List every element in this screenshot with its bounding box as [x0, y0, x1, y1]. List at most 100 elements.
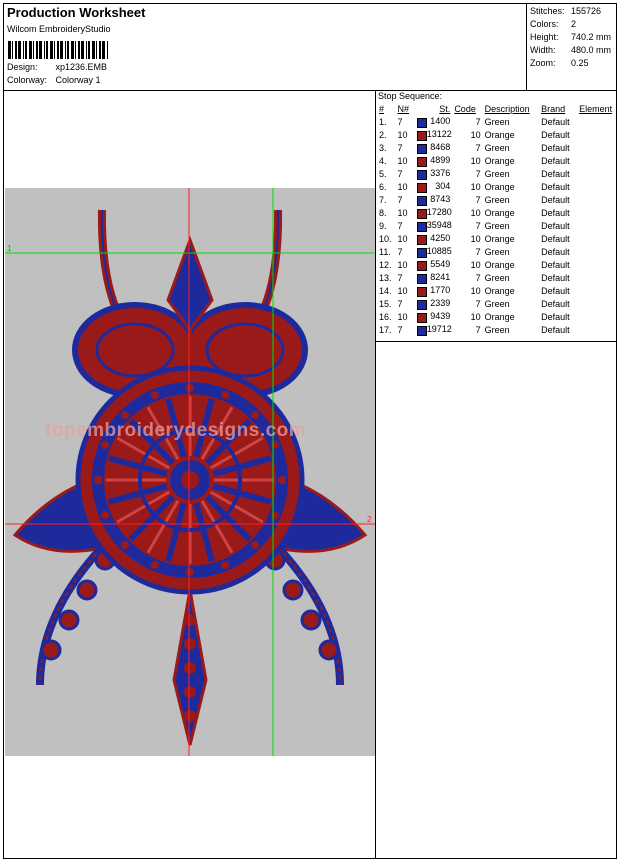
stop-index: 15. — [379, 298, 392, 309]
mandala-bead — [118, 539, 131, 552]
mandala-bead — [184, 566, 196, 578]
thread-description: Green — [484, 272, 510, 283]
column-header-description: Description — [484, 104, 530, 114]
mandala-bead — [219, 389, 232, 402]
thread-brand: Default — [541, 142, 570, 153]
thread-brand: Default — [541, 259, 570, 270]
column-header-st: St. — [439, 104, 451, 114]
stitch-count: 8241 — [415, 271, 453, 284]
thread-code: 7 — [475, 272, 481, 283]
table-row: 10. 10 4250 10 Orange Default — [377, 232, 617, 245]
needle-number: 10 — [397, 207, 408, 218]
thread-color-swatch — [416, 143, 427, 154]
stitch-count: 304 — [415, 180, 453, 193]
element — [577, 180, 617, 193]
table-row: 15. 7 2339 7 Green Default — [377, 297, 617, 310]
element — [577, 258, 617, 271]
thread-description: Orange — [484, 155, 515, 166]
stitch-count: 1400 — [415, 115, 453, 128]
table-row: 7. 7 8743 7 Green Default — [377, 193, 617, 206]
stop-index: 16. — [379, 311, 392, 322]
colorway-row: Colorway: Colorway 1 — [7, 75, 101, 85]
column-header-n: N# — [397, 104, 410, 114]
table-row: 14. 10 1770 10 Orange Default — [377, 284, 617, 297]
thread-code: 10 — [470, 285, 481, 296]
stitch-count: 10885 — [415, 245, 453, 258]
thread-brand: Default — [541, 285, 570, 296]
stitch-count: 8743 — [415, 193, 453, 206]
mandala-bead — [148, 558, 161, 571]
stop-index: 5. — [379, 168, 387, 179]
element — [577, 284, 617, 297]
element — [577, 219, 617, 232]
thread-brand: Default — [541, 116, 570, 127]
mandala-bead — [276, 474, 288, 486]
thread-description: Orange — [484, 129, 515, 140]
stitches-label: Stitches: — [530, 6, 565, 16]
needle-number: 7 — [397, 194, 403, 205]
thread-color-swatch — [416, 286, 427, 297]
thread-color-swatch — [416, 260, 427, 271]
thread-color-swatch — [416, 247, 427, 258]
thread-color-swatch — [416, 299, 427, 310]
needle-number: 7 — [397, 324, 403, 335]
stop-index: 10. — [379, 233, 392, 244]
element — [577, 154, 617, 167]
needle-number: 7 — [397, 246, 403, 257]
stitch-count: 4899 — [415, 154, 453, 167]
embroidery-design-image: 12 — [5, 188, 375, 756]
thread-color-swatch — [416, 325, 427, 336]
table-row: 8. 10 17280 10 Orange Default — [377, 206, 617, 219]
thread-code: 7 — [475, 324, 481, 335]
thread-description: Green — [484, 168, 510, 179]
column-header-code: Code — [454, 104, 476, 114]
stitches-row: Stitches: 155726 — [530, 6, 601, 16]
thread-description: Green — [484, 324, 510, 335]
thread-brand: Default — [541, 220, 570, 231]
thread-color-swatch — [416, 117, 427, 128]
thread-code: 10 — [470, 129, 481, 140]
needle-number: 7 — [397, 116, 403, 127]
colors-value: 2 — [571, 19, 577, 29]
element — [577, 323, 617, 336]
flourish-motif — [282, 579, 304, 601]
height-row: Height: 740.2 mm — [530, 32, 611, 42]
design-value: xp1236.EMB — [55, 62, 108, 72]
table-row: 16. 10 9439 10 Orange Default — [377, 310, 617, 323]
table-row: 11. 7 10885 7 Green Default — [377, 245, 617, 258]
colorway-label: Colorway: — [7, 75, 48, 85]
column-header-brand: Brand — [541, 104, 566, 114]
thread-code: 7 — [475, 168, 481, 179]
needle-number: 7 — [397, 142, 403, 153]
mandala-bead — [148, 389, 161, 402]
table-row: 3. 7 8468 7 Green Default — [377, 141, 617, 154]
thread-description: Green — [484, 142, 510, 153]
needle-number: 10 — [397, 181, 408, 192]
thread-brand: Default — [541, 298, 570, 309]
element — [577, 115, 617, 128]
column-header-: # — [379, 104, 385, 114]
element — [577, 141, 617, 154]
stop-index: 7. — [379, 194, 387, 205]
colorway-value: Colorway 1 — [55, 75, 101, 85]
thread-description: Orange — [484, 207, 515, 218]
colors-row: Colors: 2 — [530, 19, 576, 29]
mandala-bead — [92, 474, 104, 486]
thread-color-swatch — [416, 273, 427, 284]
barcode-icon — [8, 41, 108, 59]
element — [577, 193, 617, 206]
stitch-count: 17280 — [415, 206, 453, 219]
thread-description: Orange — [484, 259, 515, 270]
thread-brand: Default — [541, 168, 570, 179]
thread-code: 10 — [470, 311, 481, 322]
stop-sequence-table: # N# St. Code Description Brand Element 1. 7 140… — [377, 103, 617, 336]
mandala-bead — [219, 558, 232, 571]
thread-code: 7 — [475, 116, 481, 127]
thread-code: 10 — [470, 181, 481, 192]
thread-color-swatch — [416, 234, 427, 245]
stitch-count: 8468 — [415, 141, 453, 154]
thread-brand: Default — [541, 181, 570, 192]
stitch-count: 35948 — [415, 219, 453, 232]
stop-index: 4. — [379, 155, 387, 166]
thread-color-swatch — [416, 312, 427, 323]
